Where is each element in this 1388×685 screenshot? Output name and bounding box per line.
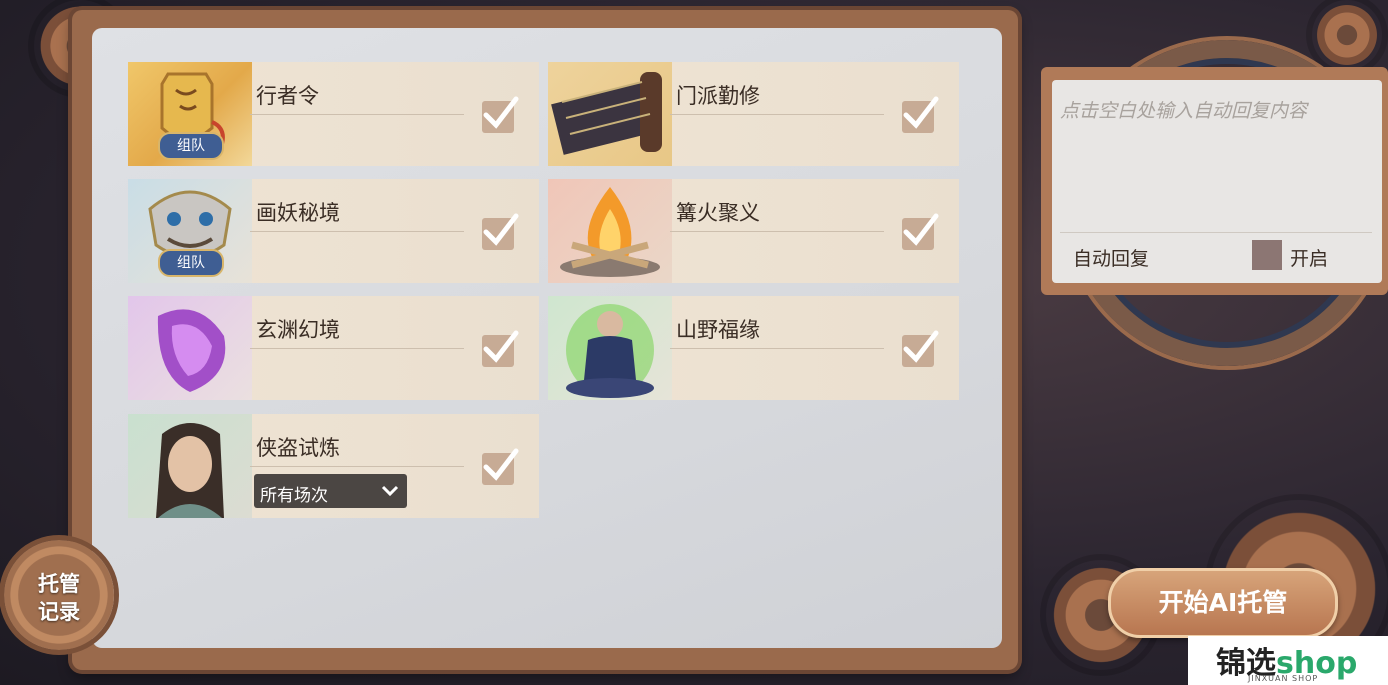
auto-reply-toggle-label: 开启 — [1290, 248, 1329, 270]
task-card-xuanyuanhuanjing[interactable]: 玄渊幻境 — [128, 296, 539, 400]
dropdown-value: 所有场次 — [260, 486, 328, 506]
scroll-icon — [548, 62, 672, 166]
task-checkbox[interactable] — [482, 448, 519, 485]
task-card-xingzheling[interactable]: 组队 行者令 — [128, 62, 539, 166]
session-dropdown[interactable]: 所有场次 — [254, 474, 407, 508]
task-checkbox[interactable] — [482, 213, 519, 250]
bonfire-icon — [548, 179, 672, 283]
task-card-menpaiqinxiu[interactable]: 门派勤修 — [548, 62, 959, 166]
task-checkbox[interactable] — [482, 330, 519, 367]
watermark-sub: JINXUAN SHOP — [1248, 674, 1319, 683]
gear-decoration-top-right — [1312, 0, 1382, 70]
task-card-gouhuojuyi[interactable]: 篝火聚义 — [548, 179, 959, 283]
task-title: 玄渊幻境 — [256, 318, 340, 342]
watermark: 锦选shop JINXUAN SHOP — [1188, 636, 1388, 685]
task-board: 组队 行者令 门派勤修 组队 画妖秘境 篝火聚义 玄渊幻境 山野福缘 侠盗试炼 … — [92, 28, 1002, 648]
record-button-line2: 记录 — [38, 600, 80, 624]
task-card-xiadaoshilian[interactable]: 侠盗试炼 所有场次 — [128, 414, 539, 518]
task-divider — [250, 231, 464, 232]
task-divider — [250, 114, 464, 115]
task-title: 山野福缘 — [676, 318, 760, 342]
task-checkbox[interactable] — [482, 96, 519, 133]
team-badge: 组队 — [158, 132, 224, 160]
swordsman-portrait-icon — [128, 414, 252, 518]
auto-reply-divider — [1060, 232, 1372, 233]
task-checkbox[interactable] — [902, 96, 939, 133]
checkmark-icon — [483, 448, 519, 481]
record-button[interactable]: 托管 记录 — [4, 540, 114, 650]
checkmark-icon — [483, 96, 519, 129]
checkmark-icon — [903, 330, 939, 363]
auto-reply-label: 自动回复 — [1073, 248, 1150, 270]
checkmark-icon — [483, 330, 519, 363]
auto-reply-input[interactable]: 点击空白处输入自动回复内容 — [1060, 96, 1307, 123]
task-divider — [250, 466, 464, 467]
checkmark-icon — [903, 213, 939, 246]
purple-crystal-icon — [128, 296, 252, 400]
checkmark-icon — [903, 96, 939, 129]
task-title: 篝火聚义 — [676, 201, 760, 225]
team-badge: 组队 — [158, 249, 224, 277]
record-button-line1: 托管 — [38, 572, 80, 596]
checkmark-icon — [483, 213, 519, 246]
chevron-down-icon — [381, 485, 399, 497]
task-card-huayaomijing[interactable]: 组队 画妖秘境 — [128, 179, 539, 283]
meditating-monk-icon — [548, 296, 672, 400]
task-title: 侠盗试炼 — [256, 436, 340, 460]
task-divider — [670, 114, 884, 115]
task-card-shanyefuyuan[interactable]: 山野福缘 — [548, 296, 959, 400]
task-checkbox[interactable] — [902, 213, 939, 250]
task-divider — [670, 231, 884, 232]
auto-reply-panel: 点击空白处输入自动回复内容 自动回复 开启 — [1052, 80, 1382, 283]
start-ai-button[interactable]: 开始AI托管 — [1108, 568, 1338, 638]
task-divider — [670, 348, 884, 349]
task-title: 行者令 — [256, 84, 319, 108]
task-title: 画妖秘境 — [256, 201, 340, 225]
task-title: 门派勤修 — [676, 84, 760, 108]
task-divider — [250, 348, 464, 349]
auto-reply-toggle[interactable] — [1252, 240, 1282, 270]
task-checkbox[interactable] — [902, 330, 939, 367]
